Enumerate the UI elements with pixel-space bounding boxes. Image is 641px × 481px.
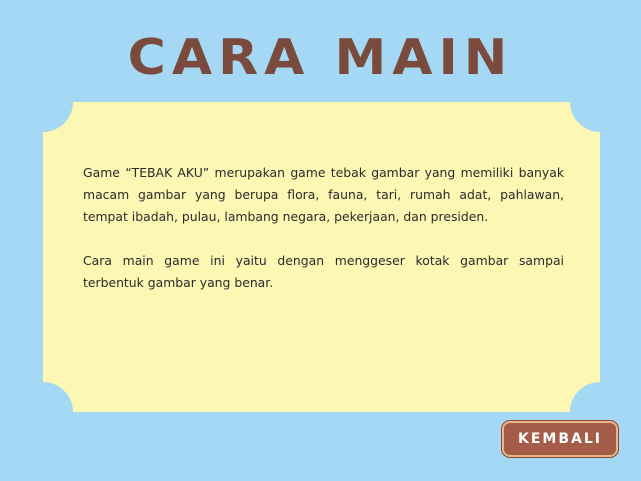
instructions-text: Game “TEBAK AKU” merupakan game tebak ga… xyxy=(83,162,564,316)
how-to-play-screen: CARA MAIN Game “TEBAK AKU” merupakan gam… xyxy=(0,0,641,481)
instructions-card: Game “TEBAK AKU” merupakan game tebak ga… xyxy=(43,102,600,412)
instructions-paragraph-2: Cara main game ini yaitu dengan menggese… xyxy=(83,253,564,290)
page-title: CARA MAIN xyxy=(127,29,514,87)
back-button[interactable]: KEMBALI xyxy=(502,421,618,457)
instructions-paragraph-1: Game “TEBAK AKU” merupakan game tebak ga… xyxy=(83,165,564,224)
